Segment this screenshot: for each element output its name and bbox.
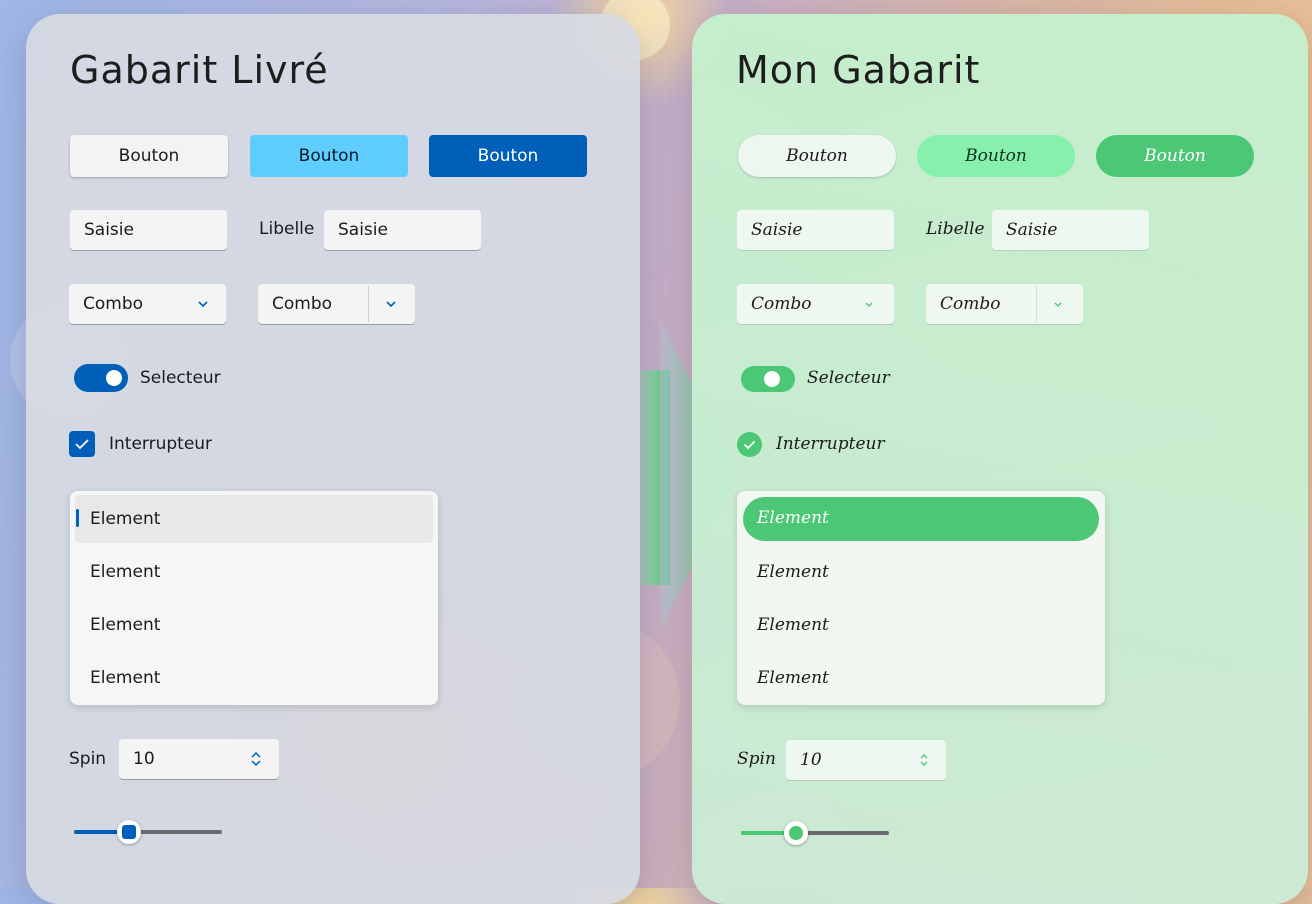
list-item[interactable]: Element (757, 562, 829, 582)
combo-value: Combo (751, 294, 812, 314)
list-item[interactable]: Element (90, 615, 160, 635)
custom-template-panel: Mon Gabarit Bouton Bouton Bouton Saisie … (692, 14, 1308, 904)
toggle-switch[interactable] (741, 366, 795, 392)
accent-button[interactable]: Bouton (1096, 135, 1254, 177)
slider-thumb[interactable] (784, 821, 808, 845)
default-button[interactable]: Bouton (738, 135, 896, 177)
accent-light-button[interactable]: Bouton (250, 135, 408, 177)
list-item[interactable]: Element (757, 615, 829, 635)
check-icon (743, 440, 756, 450)
page-title: Gabarit Livré (70, 48, 329, 92)
list-box: Element Element Element Element (70, 491, 438, 705)
divider (1036, 286, 1037, 322)
list-box: Element Element Element Element (737, 491, 1105, 705)
toggle-knob (106, 370, 122, 386)
list-item[interactable]: Element (757, 508, 829, 528)
list-item[interactable]: Element (90, 562, 160, 582)
check-icon (75, 439, 89, 450)
up-down-chevron-icon[interactable] (248, 750, 264, 768)
accent-button[interactable]: Bouton (429, 135, 587, 177)
accent-light-button[interactable]: Bouton (917, 135, 1075, 177)
combo-value: Combo (83, 294, 144, 314)
slider-thumb[interactable] (117, 820, 141, 844)
text-input[interactable]: Saisie (737, 210, 894, 250)
combo-value: Combo (272, 294, 333, 314)
toggle-label: Selecteur (807, 368, 890, 388)
slider-thumb-inner (789, 826, 803, 840)
toggle-knob (764, 371, 780, 387)
slider-thumb-inner (122, 825, 136, 839)
combo-value: Combo (940, 294, 1001, 314)
spin-value: 10 (800, 750, 822, 770)
page-title: Mon Gabarit (736, 48, 981, 92)
chevron-down-icon[interactable] (1051, 297, 1065, 311)
slider-track[interactable] (741, 831, 889, 835)
up-down-chevron-icon[interactable] (916, 751, 932, 769)
spin-label: Spin (737, 749, 776, 769)
list-item[interactable]: Element (90, 509, 160, 529)
default-template-panel: Gabarit Livré Bouton Bouton Bouton Saisi… (26, 14, 640, 904)
spin-label: Spin (69, 749, 107, 769)
input-label: Libelle (259, 219, 315, 239)
toggle-switch[interactable] (74, 364, 128, 392)
checkbox-label: Interrupteur (109, 434, 213, 454)
checkbox-label: Interrupteur (776, 434, 885, 454)
toggle-label: Selecteur (140, 368, 221, 388)
list-item[interactable]: Element (757, 668, 829, 688)
spin-value: 10 (133, 749, 155, 769)
chevron-down-icon[interactable] (384, 297, 398, 311)
default-button[interactable]: Bouton (70, 135, 228, 177)
chevron-down-icon (865, 302, 873, 307)
labeled-text-input[interactable]: Saisie (324, 210, 481, 250)
input-label: Libelle (926, 219, 985, 239)
divider (368, 286, 369, 322)
list-item[interactable]: Element (90, 668, 160, 688)
checkbox[interactable] (69, 431, 95, 457)
text-input[interactable]: Saisie (70, 210, 227, 250)
slider-track[interactable] (74, 830, 222, 834)
selection-indicator (76, 509, 79, 527)
labeled-text-input[interactable]: Saisie (992, 210, 1149, 250)
chevron-down-icon (198, 301, 208, 308)
checkbox[interactable] (737, 432, 762, 457)
